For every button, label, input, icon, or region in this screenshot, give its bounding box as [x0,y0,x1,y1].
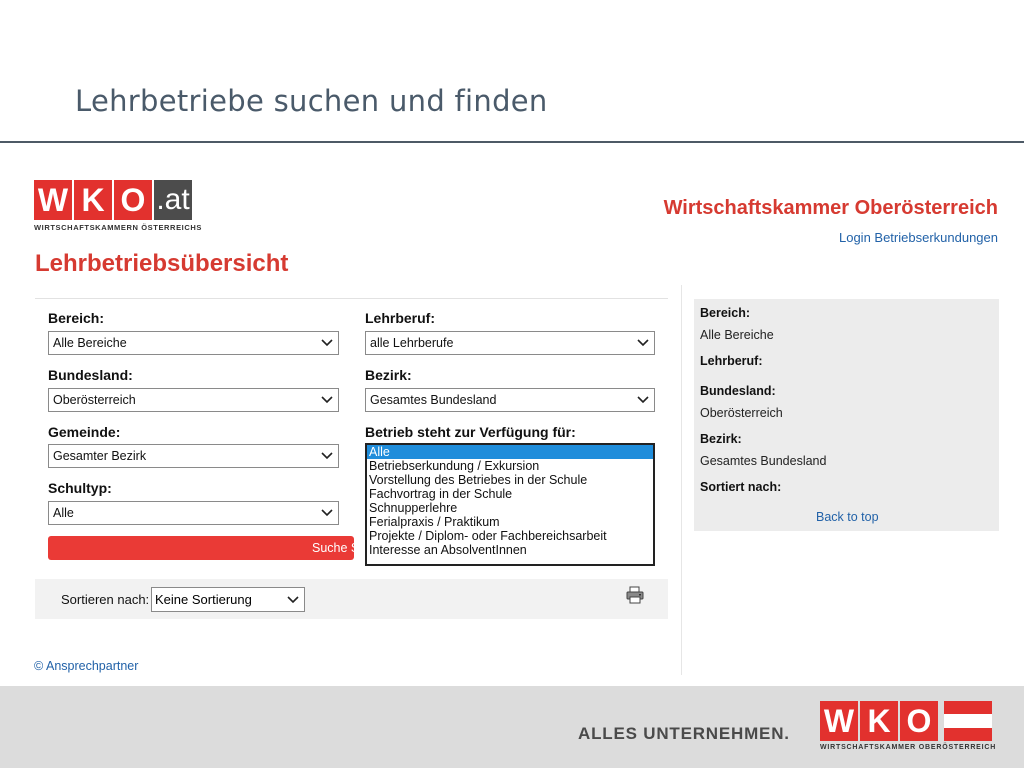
bereich-value: Alle Bereiche [53,336,127,350]
logo-letter-o: O [114,180,152,220]
chevron-down-icon [321,509,333,517]
summary-bezirk-value: Gesamtes Bundesland [700,454,827,468]
chevron-down-icon [321,396,333,404]
wko-ooe-logo: W K O WIRTSCHAFTSKAMMER OBERÖSTERREICH [820,701,995,761]
footer-logo-letter-o: O [900,701,938,741]
summary-bundesland-label: Bundesland: [700,384,776,398]
page-heading: Lehrbetriebsübersicht [35,250,289,277]
listbox-option[interactable]: Interesse an AbsolventInnen [367,543,653,557]
schultyp-label: Schultyp: [48,480,112,496]
chevron-down-icon [287,596,299,604]
search-button[interactable]: Suche Sta [48,536,370,560]
listbox-option[interactable]: Vorstellung des Betriebes in der Schule [367,473,653,487]
form-divider [35,298,668,299]
summary-bundesland-value: Oberösterreich [700,406,783,420]
bezirk-value: Gesamtes Bundesland [370,393,497,407]
bezirk-label: Bezirk: [365,367,412,383]
lehrberuf-select[interactable]: alle Lehrberufe [365,331,655,355]
filter-summary-panel: Bereich: Alle Bereiche Lehrberuf: Bundes… [694,299,999,531]
lehrberuf-label: Lehrberuf: [365,310,435,326]
back-to-top-link[interactable]: Back to top [816,510,879,524]
wko-at-logo[interactable]: W K O .at WIRTSCHAFTSKAMMERN ÖSTERREICHS [34,180,202,232]
gemeinde-select[interactable]: Gesamter Bezirk [48,444,339,468]
footer-tagline: ALLES UNTERNEHMEN. [578,724,790,743]
bezirk-select[interactable]: Gesamtes Bundesland [365,388,655,412]
title-divider [0,141,1024,143]
bundesland-select[interactable]: Oberösterreich [48,388,339,412]
listbox-option[interactable]: Fachvortrag in der Schule [367,487,653,501]
login-link[interactable]: Login Betriebserkundungen [839,230,998,245]
footer-logo-letter-k: K [860,701,898,741]
bereich-label: Bereich: [48,310,105,326]
schultyp-select[interactable]: Alle [48,501,339,525]
logo-letter-w: W [34,180,72,220]
slide-title: Lehrbetriebe suchen und finden [75,84,548,118]
logo-subtitle: WIRTSCHAFTSKAMMERN ÖSTERREICHS [34,223,202,232]
chevron-down-icon [637,339,649,347]
sort-value: Keine Sortierung [155,592,252,607]
footer-logo-letter-w: W [820,701,858,741]
footer-band: ALLES UNTERNEHMEN. W K O WIRTSCHAFTSKAMM… [0,686,1024,768]
contact-link[interactable]: © Ansprechpartner [34,659,138,673]
verfuegung-label: Betrieb steht zur Verfügung für: [365,424,576,440]
sort-bar: Sortieren nach: Keine Sortierung [35,579,668,619]
summary-sortiert-label: Sortiert nach: [700,480,782,494]
chevron-down-icon [321,339,333,347]
summary-bereich-value: Alle Bereiche [700,328,774,342]
summary-bezirk-label: Bezirk: [700,432,742,446]
footer-logo-subtitle: WIRTSCHAFTSKAMMER OBERÖSTERREICH [820,744,997,751]
gemeinde-label: Gemeinde: [48,424,121,440]
austria-flag-icon [944,701,992,741]
print-icon[interactable] [625,586,645,604]
listbox-option[interactable]: Ferialpraxis / Praktikum [367,515,653,529]
listbox-option[interactable]: Alle [367,445,653,459]
verfuegung-listbox[interactable]: Alle Betriebserkundung / Exkursion Vorst… [365,443,655,566]
column-divider [681,285,682,675]
chevron-down-icon [637,396,649,404]
bundesland-label: Bundesland: [48,367,133,383]
summary-lehrberuf-label: Lehrberuf: [700,354,763,368]
sort-select[interactable]: Keine Sortierung [151,587,305,612]
listbox-option[interactable]: Projekte / Diplom- oder Fachbereichsarbe… [367,529,653,543]
bereich-select[interactable]: Alle Bereiche [48,331,339,355]
logo-letter-k: K [74,180,112,220]
org-name: Wirtschaftskammer Oberösterreich [663,197,998,219]
bundesland-value: Oberösterreich [53,393,136,407]
summary-bereich-label: Bereich: [700,306,751,320]
logo-suffix: .at [154,180,192,220]
gemeinde-value: Gesamter Bezirk [53,449,147,463]
listbox-option[interactable]: Schnupperlehre [367,501,653,515]
listbox-option[interactable]: Betriebserkundung / Exkursion [367,459,653,473]
search-button-label: Suche Sta [312,541,370,555]
chevron-down-icon [321,452,333,460]
schultyp-value: Alle [53,506,74,520]
sort-label: Sortieren nach: [61,592,150,607]
lehrberuf-value: alle Lehrberufe [370,336,454,350]
